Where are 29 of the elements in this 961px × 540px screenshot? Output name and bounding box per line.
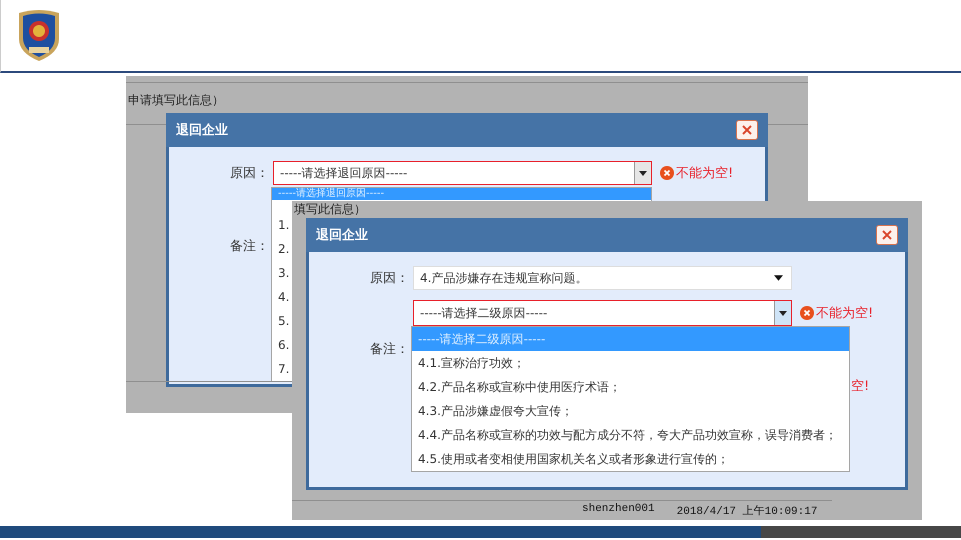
select-field[interactable]: -----请选择二级原因----- [413, 300, 792, 326]
dropdown-option[interactable]: 4.3.产品涉嫌虚假夸大宣传； [412, 399, 849, 423]
error-icon [660, 166, 674, 180]
error-message: 不能为空! [816, 305, 874, 322]
dropdown-option[interactable]: 4.1.宣称治疗功效； [412, 351, 849, 375]
error-icon [800, 306, 814, 320]
close-icon [742, 125, 752, 135]
caret-icon [774, 275, 783, 281]
field-label: 原因： [369, 270, 409, 287]
error-message: 不能为空! [676, 165, 734, 182]
field-label: 备注： [229, 238, 269, 255]
dialog-title: 退回企业 [176, 122, 228, 139]
user-name: shenzhen001 [582, 503, 655, 517]
dropdown-option[interactable]: 4.5.使用或者变相使用国家机关名义或者形象进行宣传的； [412, 447, 849, 471]
select-field[interactable]: -----请选择退回原因----- [273, 161, 652, 185]
dialog-title: 退回企业 [316, 226, 368, 244]
field-label: 原因： [229, 165, 269, 182]
close-button[interactable] [876, 225, 898, 245]
close-button[interactable] [736, 120, 758, 140]
field-label: 备注： [369, 341, 409, 358]
page-text: 申请填写此信息） [128, 92, 224, 109]
page-text: 填写此信息） [294, 201, 366, 218]
select-field[interactable]: 4.产品涉嫌存在违规宣称问题。 [413, 266, 792, 290]
dropdown-option[interactable]: 4.4.产品名称或宣称的功效与配方成分不符，夸大产品功效宣称，误导消费者； [412, 423, 849, 447]
caret-icon [634, 162, 651, 184]
error-message: 空! [851, 378, 870, 395]
close-icon [882, 230, 892, 240]
dropdown-option[interactable]: 4.2.产品名称或宣称中使用医疗术语； [412, 375, 849, 399]
timestamp: 2018/4/17 上午10:09:17 [676, 504, 818, 518]
